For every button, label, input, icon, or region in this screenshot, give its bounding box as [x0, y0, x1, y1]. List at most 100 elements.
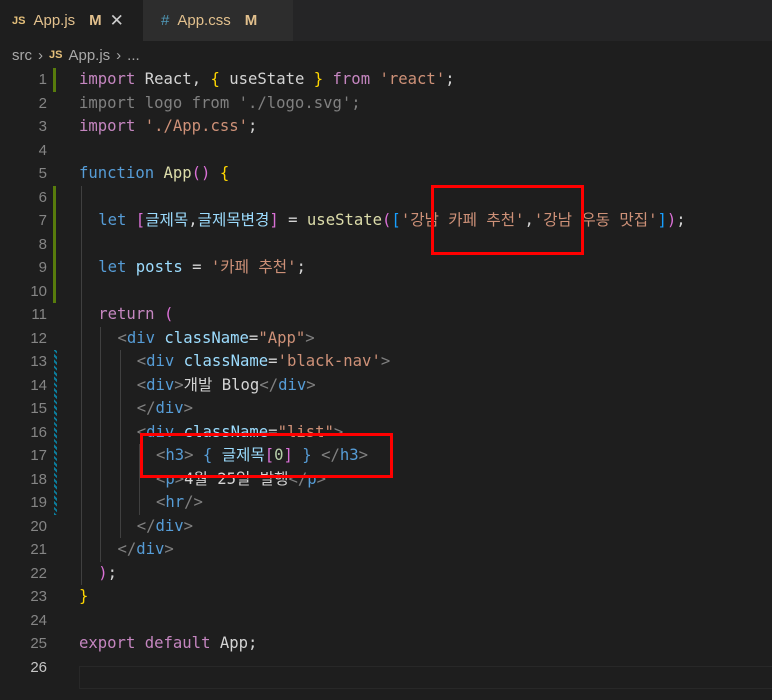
- code-line[interactable]: 14 <div>개발 Blog</div>: [0, 374, 772, 398]
- code-token: ): [666, 211, 677, 229]
- code-line[interactable]: 24: [0, 609, 772, 633]
- code-line[interactable]: 15 </div>: [0, 397, 772, 421]
- code-token: (): [191, 164, 211, 182]
- code-text: export default App;: [79, 632, 257, 656]
- code-line[interactable]: 25 export default App;: [0, 632, 772, 656]
- code-line[interactable]: 13 <div className='black-nav'>: [0, 350, 772, 374]
- code-text: );: [98, 562, 117, 586]
- code-line[interactable]: 3 import './App.css';: [0, 115, 772, 139]
- code-token: </: [136, 399, 156, 417]
- code-line[interactable]: 7 let [글제목,글제목변경] = useState(['강남 카페 추천',…: [0, 209, 772, 233]
- code-token: ;: [445, 70, 455, 88]
- code-line[interactable]: 5 function App() {: [0, 162, 772, 186]
- code-line[interactable]: 1 import React, { useState } from 'react'…: [0, 68, 772, 92]
- code-token: '카페 추천': [210, 258, 297, 276]
- code-text: </div>: [137, 397, 193, 421]
- line-number: 16: [30, 423, 47, 441]
- tab-label: App.js: [33, 12, 76, 29]
- code-token: ;: [248, 117, 258, 135]
- line-number: 7: [38, 212, 47, 229]
- code-token: ;: [296, 258, 306, 276]
- code-token: [: [135, 211, 146, 229]
- code-token: 글제목변경: [197, 211, 270, 229]
- code-token: from: [332, 70, 371, 88]
- code-line[interactable]: 21 </div>: [0, 538, 772, 562]
- code-token: import logo from './logo.svg';: [79, 93, 361, 112]
- breadcrumb: src › JS App.js › ...: [0, 41, 772, 69]
- tab-app-css[interactable]: # App.css M: [143, 0, 293, 41]
- code-token: import: [79, 117, 136, 135]
- code-line[interactable]: 22);: [0, 562, 772, 586]
- code-editor[interactable]: 1 import React, { useState } from 'react'…: [0, 68, 772, 700]
- breadcrumb-file[interactable]: App.js: [68, 47, 110, 64]
- code-token: =: [182, 258, 211, 276]
- code-token: App: [163, 164, 192, 182]
- code-line[interactable]: 11 return (: [0, 303, 772, 327]
- code-text: <div>개발 Blog</div>: [137, 374, 316, 398]
- modified-badge: M: [89, 12, 102, 29]
- code-text: <hr/>: [156, 491, 203, 515]
- code-token: let: [98, 211, 127, 229]
- code-line[interactable]: 10: [0, 280, 772, 304]
- code-text: import './App.css';: [79, 115, 257, 139]
- line-number: 21: [30, 541, 47, 558]
- code-text: <div className="App">: [117, 327, 314, 351]
- tab-app-js[interactable]: JS App.js M ✕: [0, 0, 143, 41]
- code-line[interactable]: 12 <div className="App">: [0, 327, 772, 351]
- code-token: =: [278, 211, 307, 229]
- code-text: import logo from './logo.svg';: [79, 92, 361, 116]
- code-token: div: [136, 540, 165, 558]
- code-token: >: [380, 352, 391, 370]
- code-text: }: [79, 585, 88, 609]
- line-number: 11: [31, 306, 47, 323]
- code-token: React: [144, 70, 192, 88]
- code-token: [: [391, 211, 401, 229]
- code-token: className: [183, 352, 269, 370]
- code-text: function App() {: [79, 162, 229, 186]
- code-line[interactable]: 2 import logo from './logo.svg';: [0, 92, 772, 116]
- code-token: 'black-nav': [277, 352, 381, 370]
- code-token: }: [79, 587, 89, 605]
- code-line[interactable]: 26: [0, 656, 772, 680]
- code-token: div: [155, 516, 184, 535]
- breadcrumb-symbol[interactable]: ...: [127, 47, 140, 64]
- code-token: {: [219, 164, 230, 182]
- code-token: =: [268, 352, 278, 370]
- code-token: div: [146, 375, 175, 394]
- breadcrumb-folder[interactable]: src: [12, 47, 32, 64]
- code-line[interactable]: 6: [0, 186, 772, 210]
- code-text: <div className='black-nav'>: [137, 350, 391, 374]
- code-token: div: [155, 399, 184, 417]
- code-text: import React, { useState } from 'react';: [79, 68, 455, 92]
- line-number: 23: [30, 588, 47, 605]
- line-number: 5: [38, 165, 47, 182]
- code-line[interactable]: 23}: [0, 585, 772, 609]
- close-icon[interactable]: ✕: [110, 11, 124, 31]
- css-file-icon: #: [161, 12, 170, 29]
- code-token: <: [136, 375, 147, 394]
- code-line[interactable]: 20 </div>: [0, 515, 772, 539]
- code-line[interactable]: 9 let posts = '카페 추천';: [0, 256, 772, 280]
- code-token: ;: [676, 211, 686, 229]
- code-token: >: [164, 540, 174, 558]
- code-line[interactable]: 19 <hr/>: [0, 491, 772, 515]
- line-number: 22: [30, 564, 47, 582]
- tab-label: App.css: [177, 12, 231, 29]
- code-token: div: [126, 328, 156, 347]
- code-line[interactable]: 4: [0, 139, 772, 163]
- code-token: export: [79, 634, 136, 652]
- code-text: </div>: [117, 538, 173, 562]
- code-line[interactable]: 8: [0, 233, 772, 257]
- line-number: 10: [30, 282, 47, 300]
- code-text: let posts = '카페 추천';: [98, 256, 306, 280]
- line-number: 1: [38, 71, 47, 88]
